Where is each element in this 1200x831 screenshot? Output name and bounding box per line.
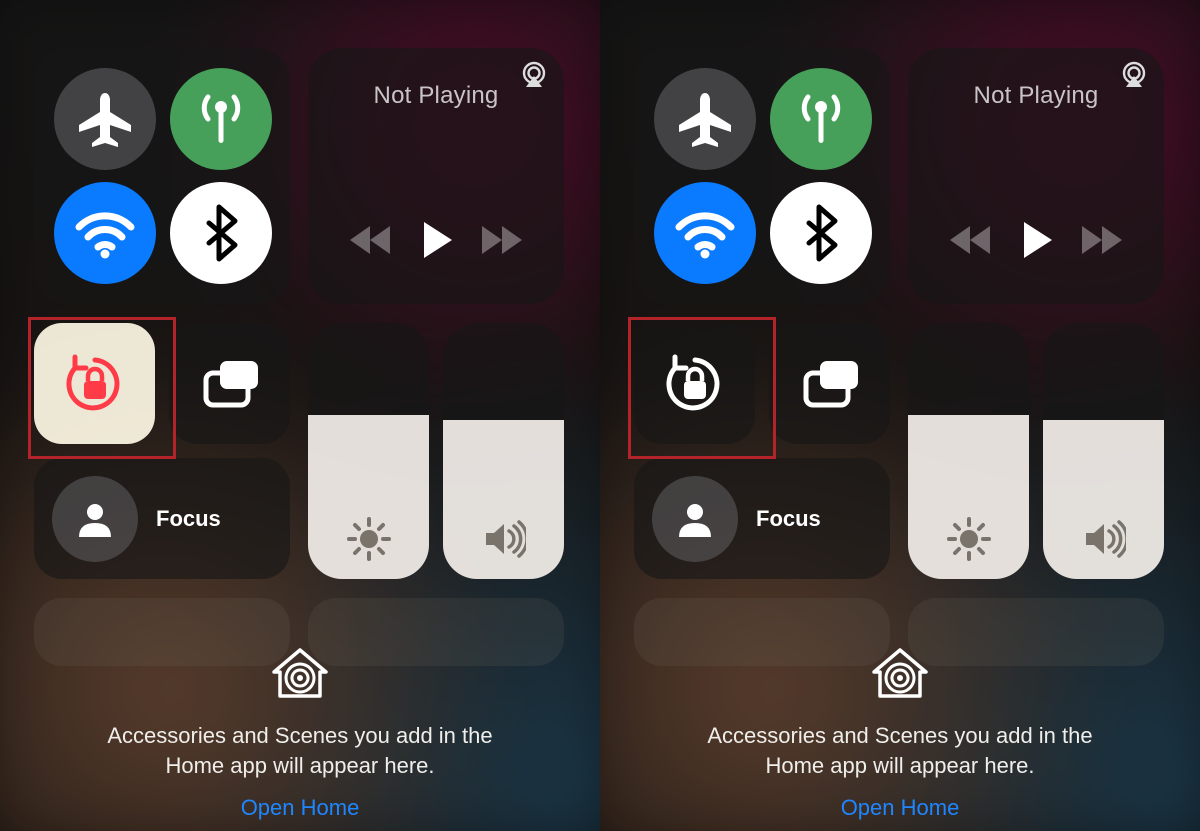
- home-icon: [270, 644, 330, 702]
- airplane-mode-toggle[interactable]: [654, 68, 756, 170]
- focus-button[interactable]: Focus: [634, 458, 890, 579]
- play-button[interactable]: [406, 216, 466, 264]
- media-module[interactable]: Not Playing: [308, 48, 564, 304]
- focus-button[interactable]: Focus: [34, 458, 290, 579]
- previous-track-button[interactable]: [940, 216, 1000, 264]
- forward-icon: [1080, 222, 1124, 258]
- play-button[interactable]: [1006, 216, 1066, 264]
- volume-slider[interactable]: [443, 323, 564, 579]
- brightness-slider[interactable]: [308, 323, 429, 579]
- rotation-lock-icon: [660, 349, 730, 419]
- cellular-data-toggle[interactable]: [770, 68, 872, 170]
- cellular-icon: [789, 87, 853, 151]
- screen-mirroring-icon: [798, 355, 862, 413]
- brightness-slider[interactable]: [908, 323, 1029, 579]
- focus-label: Focus: [156, 506, 221, 532]
- connectivity-module[interactable]: [634, 48, 890, 304]
- control-center-panel: Not Playing: [600, 0, 1200, 831]
- cellular-icon: [189, 87, 253, 151]
- control-center-panel: Not Playing: [0, 0, 600, 831]
- focus-label: Focus: [756, 506, 821, 532]
- bluetooth-icon: [789, 201, 853, 265]
- connectivity-module[interactable]: [34, 48, 290, 304]
- wifi-icon: [673, 201, 737, 265]
- brightness-icon: [347, 517, 391, 561]
- bluetooth-toggle[interactable]: [770, 182, 872, 284]
- person-icon: [75, 499, 115, 539]
- person-icon: [675, 499, 715, 539]
- bluetooth-icon: [189, 201, 253, 265]
- next-track-button[interactable]: [472, 216, 532, 264]
- next-track-button[interactable]: [1072, 216, 1132, 264]
- home-hint-line1: Accessories and Scenes you add in the: [107, 723, 492, 748]
- previous-track-button[interactable]: [340, 216, 400, 264]
- wifi-toggle[interactable]: [54, 182, 156, 284]
- media-title: Not Playing: [908, 82, 1164, 110]
- home-section: Accessories and Scenes you add in the Ho…: [0, 644, 600, 821]
- home-hint-line2: Home app will appear here.: [165, 753, 434, 778]
- airplane-icon: [73, 87, 137, 151]
- cellular-data-toggle[interactable]: [170, 68, 272, 170]
- rewind-icon: [948, 222, 992, 258]
- volume-icon: [482, 517, 526, 561]
- airplane-mode-toggle[interactable]: [54, 68, 156, 170]
- screen-mirroring-button[interactable]: [169, 323, 290, 444]
- screen-mirroring-icon: [198, 355, 262, 413]
- play-icon: [416, 220, 456, 260]
- home-icon: [870, 644, 930, 702]
- wifi-icon: [73, 201, 137, 265]
- wifi-toggle[interactable]: [654, 182, 756, 284]
- home-hint-line1: Accessories and Scenes you add in the: [707, 723, 1092, 748]
- screen-mirroring-button[interactable]: [769, 323, 890, 444]
- open-home-link[interactable]: Open Home: [241, 795, 360, 821]
- open-home-link[interactable]: Open Home: [841, 795, 960, 821]
- home-section: Accessories and Scenes you add in the Ho…: [600, 644, 1200, 821]
- media-module[interactable]: Not Playing: [908, 48, 1164, 304]
- rotation-lock-icon: [60, 349, 130, 419]
- rewind-icon: [348, 222, 392, 258]
- volume-slider[interactable]: [1043, 323, 1164, 579]
- rotation-lock-toggle[interactable]: [634, 323, 755, 444]
- bluetooth-toggle[interactable]: [170, 182, 272, 284]
- home-hint-line2: Home app will appear here.: [765, 753, 1034, 778]
- play-icon: [1016, 220, 1056, 260]
- volume-icon: [1082, 517, 1126, 561]
- airplane-icon: [673, 87, 737, 151]
- brightness-icon: [947, 517, 991, 561]
- media-title: Not Playing: [308, 82, 564, 110]
- rotation-lock-toggle[interactable]: [34, 323, 155, 444]
- forward-icon: [480, 222, 524, 258]
